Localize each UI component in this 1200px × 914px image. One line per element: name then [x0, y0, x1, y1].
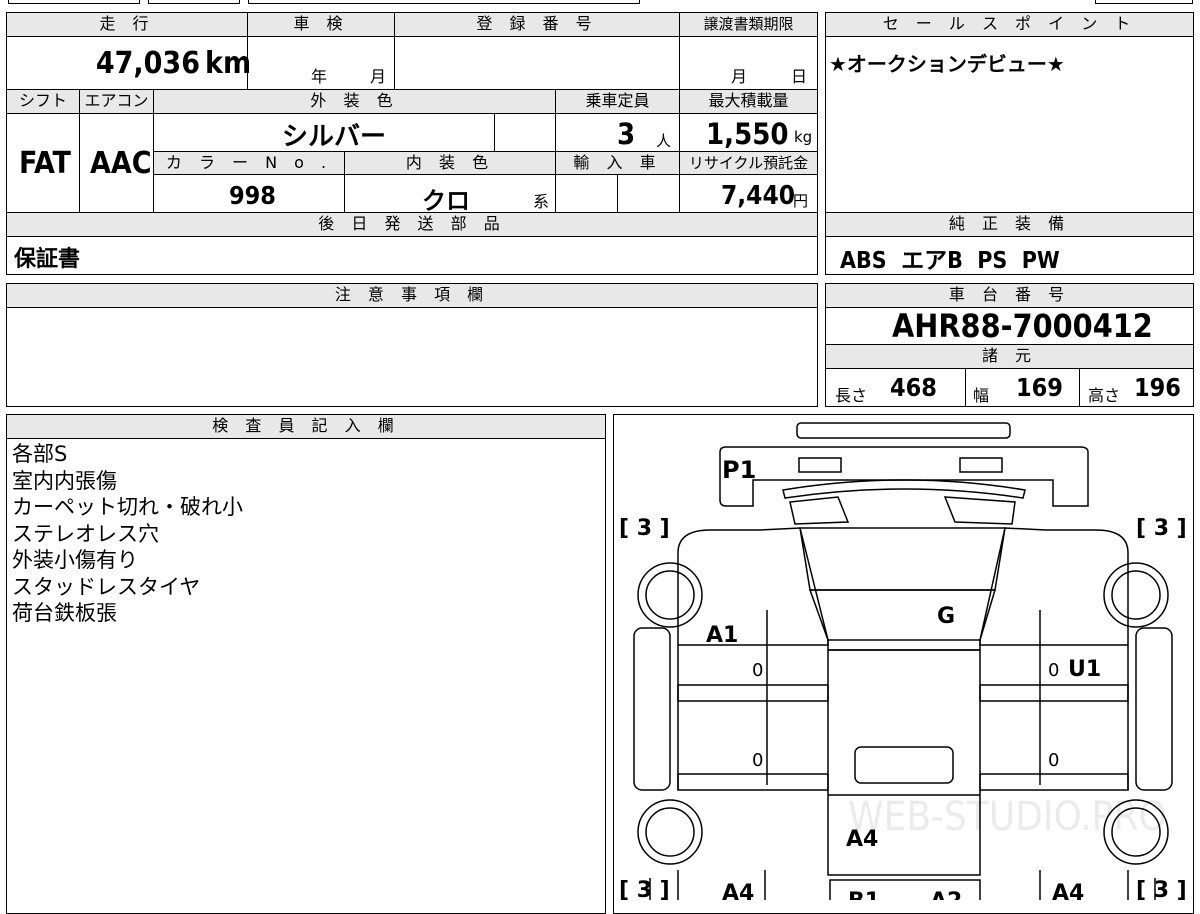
color-no-value: 998 — [229, 181, 276, 210]
mark-b1: B1 — [848, 889, 880, 900]
import-header: 輸 入 車 — [556, 152, 679, 174]
genuine-equipment-value: ABS エアB PS PW — [840, 248, 1060, 274]
later-parts-header: 後 日 発 送 部 品 — [7, 213, 817, 236]
notes-header: 注 意 事 項 欄 — [7, 284, 817, 307]
max-load-unit: kg — [794, 128, 813, 146]
length-value: 468 — [890, 373, 937, 402]
transfer-day-unit: 日 — [791, 67, 808, 86]
height-label: 高さ — [1088, 386, 1121, 405]
inspector-line: 室内内張傷 — [12, 468, 117, 493]
inspector-notes: 各部S 室内内張傷 カーペット切れ・破れ小 ステレオレス穴 外装小傷有り スタッ… — [12, 441, 243, 627]
mileage-unit: km — [205, 46, 252, 81]
top-strip-mid — [148, 0, 240, 4]
mark-a4-left: A4 — [722, 881, 754, 900]
chassis-number: AHR88-7000412 — [892, 307, 1153, 345]
mileage-header: 走 行 — [7, 13, 247, 36]
aircon-value: AAC — [90, 146, 152, 181]
sales-point-text: ★オークションデビュー★ — [829, 52, 1065, 76]
tire-tread-tr: [ 3 ] — [1136, 516, 1187, 541]
mileage-value: 47,036 — [95, 46, 200, 81]
zero-mark: 0 — [1048, 660, 1059, 681]
zero-mark: 0 — [752, 750, 763, 771]
genuine-equipment-header: 純 正 装 備 — [826, 213, 1193, 236]
dimensions-header: 諸 元 — [826, 345, 1193, 368]
interior-color-suffix: 系 — [533, 192, 550, 211]
shift-header: シフト — [7, 90, 79, 113]
capacity-header: 乗車定員 — [556, 90, 679, 113]
recycle-fee-value: 7,440 — [721, 181, 795, 211]
capacity-value: 3 — [617, 117, 636, 151]
aircon-header: エアコン — [80, 90, 153, 113]
watermark: WEB-STUDIO.PRO — [848, 794, 1167, 840]
max-load-value: 1,550 — [706, 117, 789, 151]
inspector-line: 外装小傷有り — [12, 548, 138, 572]
exterior-color-value: シルバー — [282, 122, 387, 152]
chassis-header: 車 台 番 号 — [826, 284, 1193, 307]
transfer-month-unit: 月 — [731, 67, 748, 86]
later-parts-value: 保証書 — [14, 247, 81, 272]
inspector-line: スタッドレスタイヤ — [12, 574, 201, 599]
top-strip-left — [8, 0, 140, 4]
zero-mark: 0 — [752, 660, 763, 681]
inspector-line: ステレオレス穴 — [12, 521, 159, 546]
inspector-line: カーペット切れ・破れ小 — [12, 495, 243, 519]
mark-a4-bed: A4 — [846, 827, 878, 852]
mark-g: G — [937, 604, 955, 629]
zero-mark: 0 — [1048, 750, 1059, 771]
mark-a2: A2 — [930, 889, 962, 900]
interior-color-value: クロ — [422, 187, 470, 215]
shift-value: FAT — [19, 146, 71, 181]
vehicle-diagram: WEB-STUDIO.PRO P1 G A1 U1 A4 A4 A4 B1 A2… — [619, 422, 1187, 900]
inspection-year-unit: 年 — [311, 67, 328, 86]
tire-tread-bl: [ 3 ] — [619, 878, 670, 900]
interior-color-header: 内 装 色 — [345, 152, 555, 174]
registration-header: 登 録 番 号 — [395, 13, 679, 36]
color-no-header: カ ラ ー N o . — [154, 152, 344, 174]
top-strip-right — [1095, 0, 1193, 4]
inspection-month-unit: 月 — [370, 67, 387, 86]
inspector-header: 検 査 員 記 入 欄 — [7, 415, 605, 438]
height-value: 196 — [1134, 373, 1181, 402]
recycle-fee-unit: 円 — [793, 192, 809, 210]
length-label: 長さ — [835, 386, 868, 405]
inspector-line: 荷台鉄板張 — [12, 601, 117, 625]
inspector-line: 各部S — [12, 442, 68, 466]
transfer-deadline-header: 譲渡書類期限 — [680, 13, 817, 36]
tire-tread-tl: [ 3 ] — [619, 516, 670, 541]
top-strip-mid2 — [248, 0, 640, 4]
capacity-unit: 人 — [656, 132, 672, 150]
sales-point-header: セ ー ル ス ポ イ ン ト — [826, 13, 1193, 36]
mark-p1: P1 — [722, 456, 756, 484]
mark-u1: U1 — [1068, 657, 1101, 682]
tire-tread-br: [ 3 ] — [1136, 878, 1187, 900]
inspection-header: 車 検 — [248, 13, 394, 36]
max-load-header: 最大積載量 — [680, 90, 817, 113]
sales-point-box — [825, 12, 1194, 213]
width-label: 幅 — [973, 386, 990, 405]
exterior-color-header: 外 装 色 — [154, 90, 555, 113]
width-value: 169 — [1016, 373, 1063, 402]
mark-a4-right: A4 — [1052, 881, 1084, 900]
mark-a1: A1 — [706, 623, 738, 648]
recycle-fee-header: リサイクル預託金 — [680, 152, 817, 174]
